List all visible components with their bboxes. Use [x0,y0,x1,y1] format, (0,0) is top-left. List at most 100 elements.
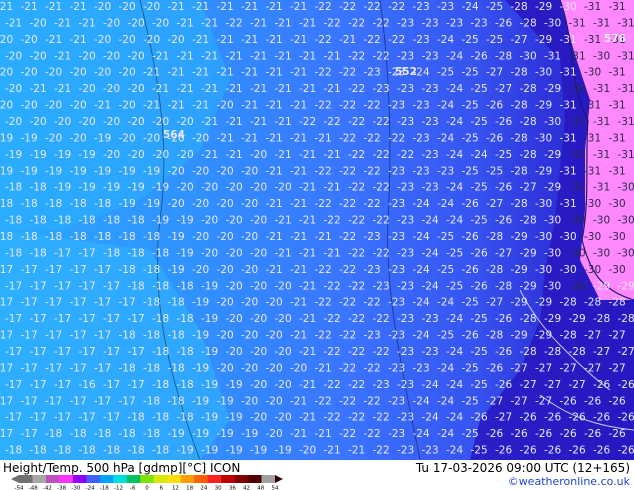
temperature-value: -28 [486,330,503,342]
temperature-value: -29 [535,1,552,13]
temperature-value: -23 [397,116,414,128]
temperature-value: -18 [128,215,145,227]
temperature-value: -23 [422,116,439,128]
temperature-value: -21 [290,132,307,144]
temperature-value: -18 [103,445,120,457]
temperature-value: -30 [609,264,626,276]
temperature-value: -26 [486,428,503,440]
temperature-value: -21 [30,83,47,95]
temperature-value: -28 [511,165,528,177]
temperature-value: -17 [70,362,87,374]
temperature-value: -17 [103,346,120,358]
temperature-value: -20 [250,313,267,325]
temperature-value: -28 [520,346,537,358]
colorbar-swatch [261,475,276,483]
temperature-value: -25 [471,116,488,128]
temperature-value: -19 [5,149,22,161]
temperature-value: -18 [152,346,169,358]
temperature-value: -21 [266,100,283,112]
temperature-value: -30 [584,67,601,79]
temperature-value: -17 [45,264,62,276]
temperature-value: -20 [226,215,243,227]
temperature-value: -18 [54,445,71,457]
colorbar-swatch [167,475,181,483]
temperature-value: -29 [569,313,586,325]
temperature-value: -22 [373,116,390,128]
temperature-value: -23 [397,215,414,227]
temperature-value: -24 [446,83,463,95]
colorbar-tick-label: -48 [29,486,38,490]
temperature-value: -17 [79,280,96,292]
colorbar-swatch [140,475,155,483]
temperature-value: -26 [495,116,512,128]
temperature-value: -31 [584,132,601,144]
temperature-value: -31 [569,149,586,161]
temperature-value: -25 [471,83,488,95]
temperature-value: -24 [437,428,454,440]
temperature-value: -21 [299,83,316,95]
temperature-value: -29 [511,330,528,342]
temperature-value: -19 [0,132,13,144]
temperature-value: -21 [299,149,316,161]
temperature-value: -17 [0,428,13,440]
temperature-value: -20 [21,100,38,112]
colorbar-swatch [221,475,235,483]
temperature-value: -18 [54,215,71,227]
temperature-value: -23 [437,165,454,177]
temperature-value: -31 [618,149,634,161]
temperature-value: -21 [70,34,87,46]
temperature-value: -21 [250,83,267,95]
temperature-value: -18 [30,445,47,457]
temperature-value: -30 [569,83,586,95]
temperature-value: -21 [299,280,316,292]
temperature-value: -20 [21,67,38,79]
temperature-value: -18 [5,215,22,227]
temperature-value: -26 [471,280,488,292]
temperature-value: -22 [364,100,381,112]
temperature-value: -30 [569,247,586,259]
temperature-value: -20 [250,280,267,292]
temperature-value: -23 [397,445,414,457]
temperature-value: -27 [593,346,610,358]
temperature-value: -26 [495,215,512,227]
colorbar-swatch [234,475,249,483]
temperature-value: -21 [226,83,243,95]
temperature-value: -27 [511,395,528,407]
temperature-value: -20 [226,182,243,194]
temperature-value: -17 [5,346,22,358]
temperature-value: -21 [201,116,218,128]
temperature-value: -25 [462,297,479,309]
temperature-value: -23 [388,330,405,342]
temperature-value: -20 [168,34,185,46]
temperature-value: -20 [250,149,267,161]
temperature-value: -31 [560,165,577,177]
temperature-value: -24 [446,346,463,358]
temperature-value: -21 [299,50,316,62]
temperature-value: -20 [217,231,234,243]
temperature-value: -24 [437,297,454,309]
temperature-value: -21 [266,198,283,210]
temperature-value: -21 [201,17,218,29]
temperature-value: -26 [618,445,634,457]
temperature-value: -30 [609,231,626,243]
credit-link[interactable]: ©weatheronline.co.uk [508,475,630,488]
temperature-value: -20 [275,412,292,424]
temperature-value: -21 [266,231,283,243]
temperature-value: -28 [520,116,537,128]
temperature-value: -21 [275,83,292,95]
temperature-value: -21 [266,34,283,46]
temperature-value: -24 [437,132,454,144]
temperature-value: -19 [21,132,38,144]
temperature-value: -19 [275,445,292,457]
temperature-value: -18 [143,428,160,440]
temperature-value: -17 [45,362,62,374]
colorbar-tick-label: 24 [200,486,207,490]
temperature-value: -18 [30,247,47,259]
temperature-value: -29 [520,280,537,292]
temperature-value: -20 [299,445,316,457]
temperature-value: -20 [119,132,136,144]
colorbar-tick-label: 42 [243,486,250,490]
temperature-value: -28 [511,67,528,79]
temperature-value: -19 [128,182,145,194]
temperature-value: -26 [495,182,512,194]
